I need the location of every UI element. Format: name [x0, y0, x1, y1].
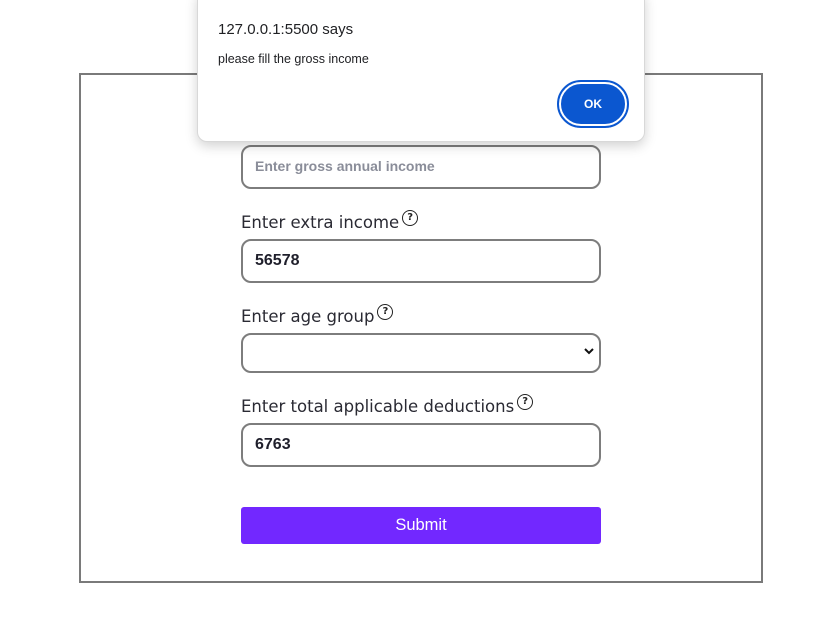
alert-title: 127.0.0.1:5500 says: [218, 21, 354, 38]
extra-income-input[interactable]: [241, 239, 601, 283]
deductions-input[interactable]: [241, 423, 601, 467]
extra-income-label-text: Enter extra income: [241, 212, 400, 232]
age-group-label-text: Enter age group: [241, 306, 375, 326]
age-group-label: Enter age group ?: [241, 304, 394, 327]
question-circle-icon[interactable]: ?: [402, 210, 419, 226]
question-circle-icon[interactable]: ?: [517, 394, 534, 410]
ok-button[interactable]: OK: [557, 80, 629, 128]
gross-income-input[interactable]: [241, 145, 601, 189]
alert-dialog: 127.0.0.1:5500 says please fill the gros…: [197, 0, 645, 142]
question-circle-icon[interactable]: ?: [377, 304, 394, 320]
chevron-down-icon: [584, 348, 594, 355]
extra-income-label: Enter extra income ?: [241, 210, 419, 233]
age-group-select[interactable]: [241, 333, 601, 373]
deductions-label: Enter total applicable deductions ?: [241, 394, 534, 417]
alert-message: please fill the gross income: [218, 52, 369, 66]
submit-button[interactable]: Submit: [241, 507, 601, 544]
deductions-label-text: Enter total applicable deductions: [241, 396, 515, 416]
